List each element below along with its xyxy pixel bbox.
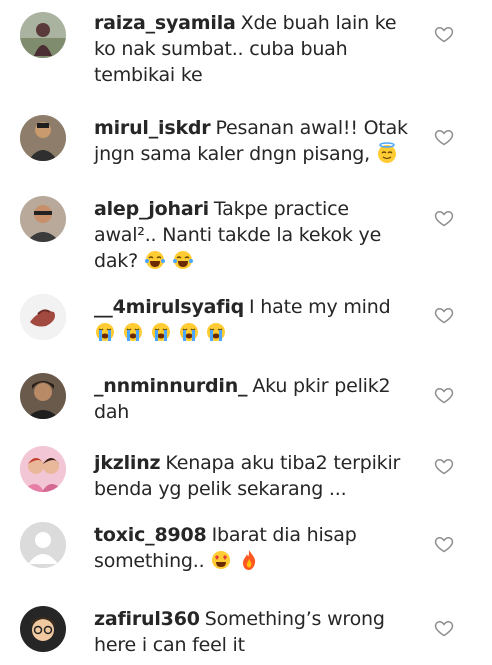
loudly-crying-icon xyxy=(205,321,227,343)
avatar[interactable] xyxy=(20,294,66,340)
comment-body: I hate my mind xyxy=(249,296,391,318)
comment-text: _nnminnurdin_ Aku pkir pelik2 dah xyxy=(94,373,414,425)
like-heart-icon[interactable] xyxy=(434,305,454,325)
like-heart-icon[interactable] xyxy=(434,618,454,638)
avatar[interactable] xyxy=(20,446,66,492)
comment-username[interactable]: _nnminnurdin_ xyxy=(94,375,248,397)
loudly-crying-icon xyxy=(94,321,116,343)
avatar[interactable] xyxy=(20,196,66,242)
avatar[interactable] xyxy=(20,12,66,58)
comment-text: __4mirulsyafiq I hate my mind xyxy=(94,294,414,346)
comment-text: jkzlinz Kenapa aku tiba2 terpikir benda y… xyxy=(94,450,414,502)
comment-username[interactable]: zafirul360 xyxy=(94,608,200,630)
like-heart-icon[interactable] xyxy=(434,24,454,44)
comment-username[interactable]: raiza_syamila xyxy=(94,12,236,34)
comment-username[interactable]: __4mirulsyafiq xyxy=(94,296,244,318)
tears-of-joy-icon xyxy=(172,249,194,271)
like-heart-icon[interactable] xyxy=(434,385,454,405)
avatar[interactable] xyxy=(20,373,66,419)
heart-eyes-icon xyxy=(210,549,232,571)
loudly-crying-icon xyxy=(122,321,144,343)
comment-username[interactable]: toxic_8908 xyxy=(94,524,207,546)
comment-username[interactable]: mirul_iskdr xyxy=(94,117,211,139)
comment-username[interactable]: alep_johari xyxy=(94,198,209,220)
comment-text: zafirul360 Something’s wrong here i can f… xyxy=(94,606,414,658)
loudly-crying-icon xyxy=(150,321,172,343)
tears-of-joy-icon xyxy=(144,249,166,271)
comments-list: raiza_syamila Xde buah lain ke ko nak sum… xyxy=(0,0,492,665)
loudly-crying-icon xyxy=(178,321,200,343)
comment-text: toxic_8908 Ibarat dia hisap something.. xyxy=(94,522,414,574)
like-heart-icon[interactable] xyxy=(434,127,454,147)
like-heart-icon[interactable] xyxy=(434,534,454,554)
fire-icon xyxy=(238,549,260,571)
comment-text: mirul_iskdr Pesanan awal!! Otak jngn sama… xyxy=(94,115,414,167)
avatar[interactable] xyxy=(20,115,66,161)
avatar[interactable] xyxy=(20,522,66,568)
comment-text: alep_johari Takpe practice awal².. Nanti … xyxy=(94,196,414,274)
comment-username[interactable]: jkzlinz xyxy=(94,452,161,474)
smiling-face-with-halo-icon xyxy=(376,142,398,164)
avatar[interactable] xyxy=(20,606,66,652)
like-heart-icon[interactable] xyxy=(434,208,454,228)
like-heart-icon[interactable] xyxy=(434,456,454,476)
comment-text: raiza_syamila Xde buah lain ke ko nak sum… xyxy=(94,10,414,88)
